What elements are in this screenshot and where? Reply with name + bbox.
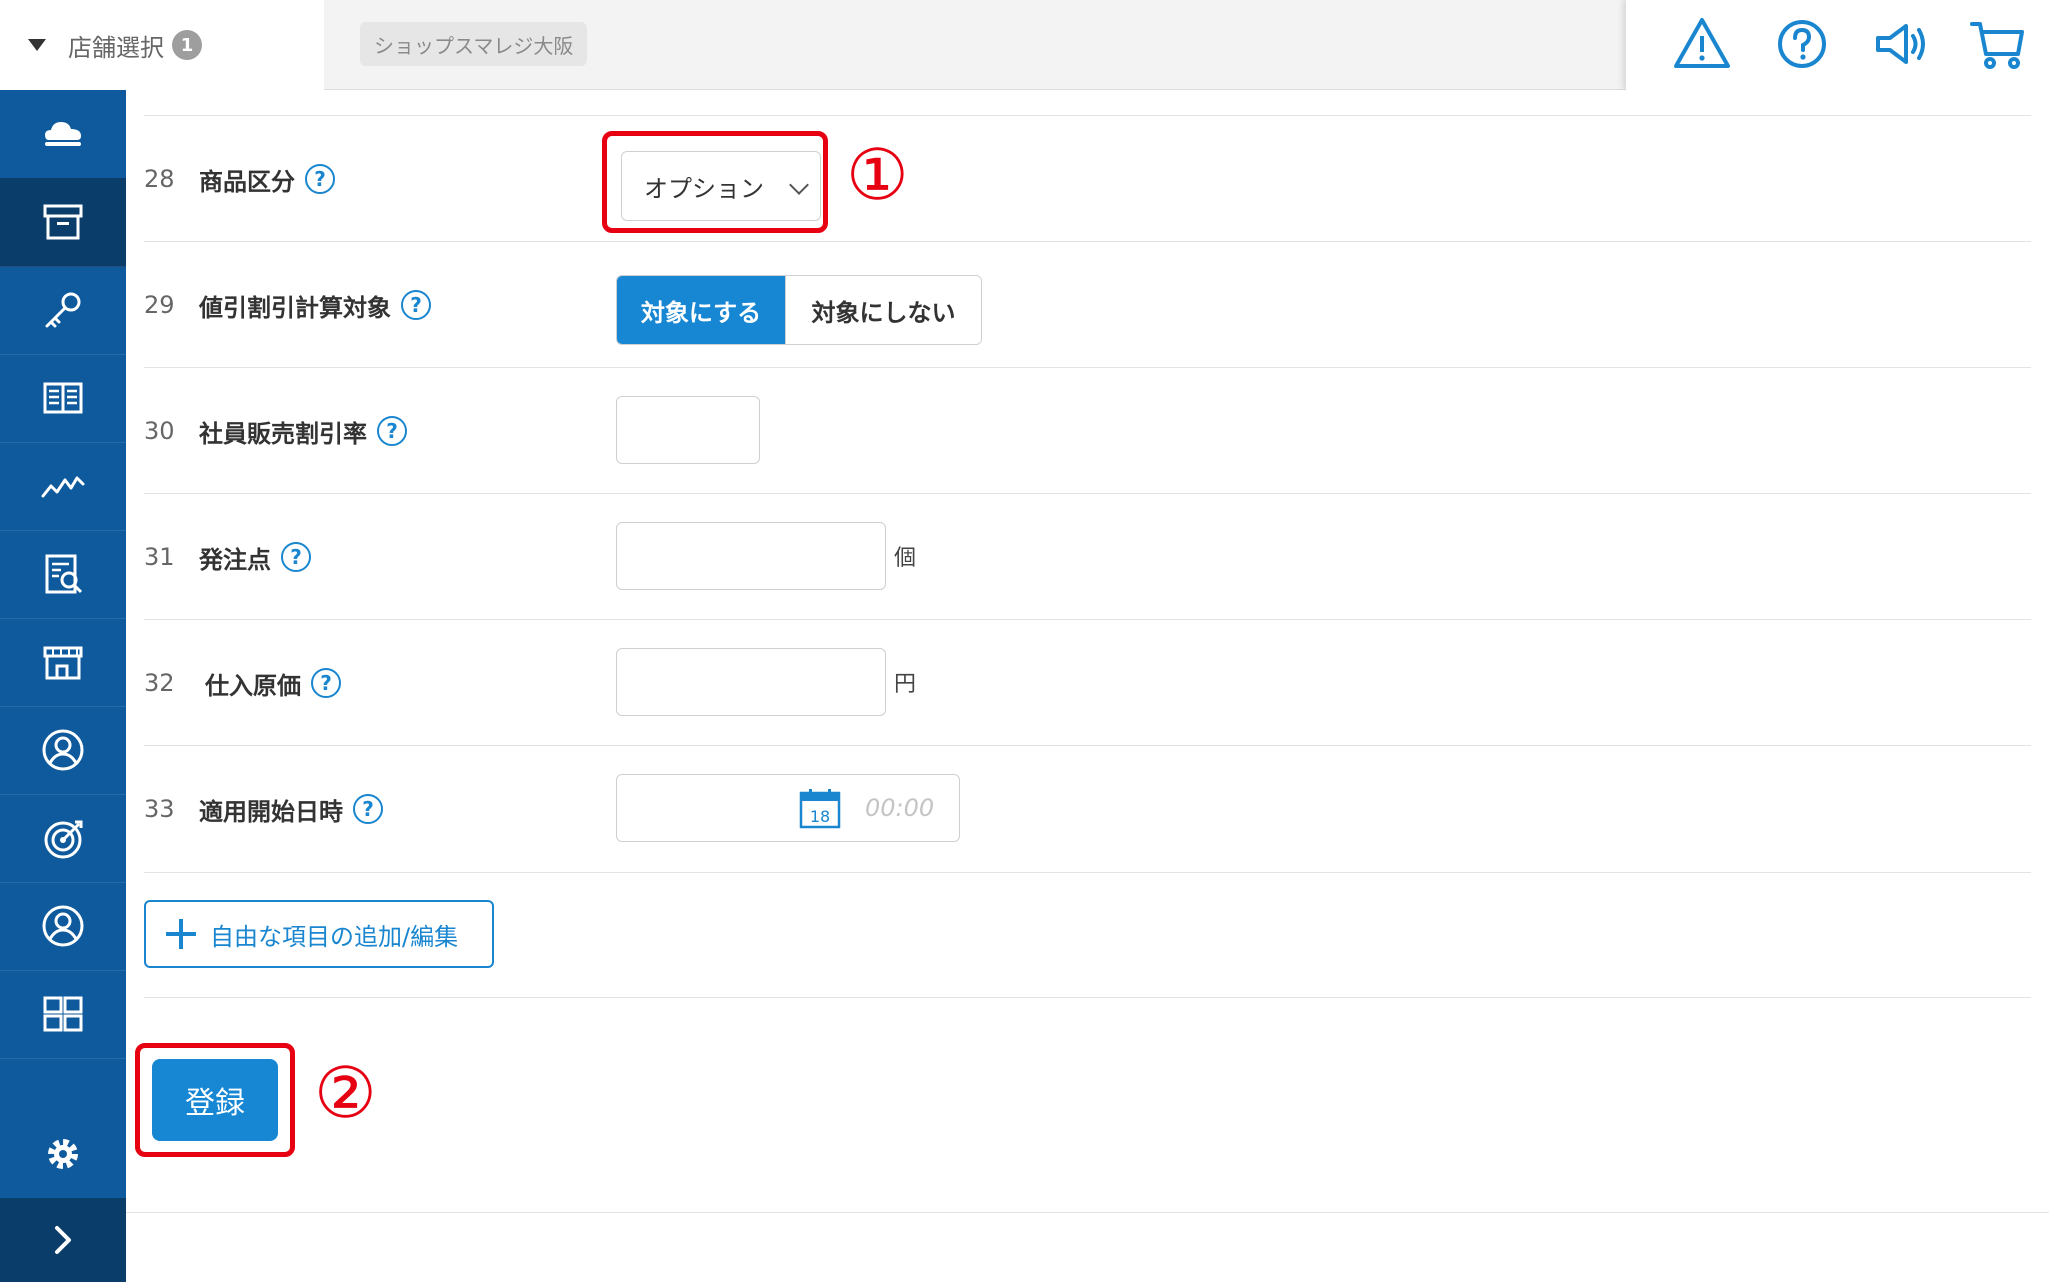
sidebar-item-home[interactable] xyxy=(0,90,126,179)
start-datetime-input[interactable]: 18 00:00 xyxy=(616,774,960,842)
help-icon[interactable]: ? xyxy=(377,416,407,446)
row-number: 33 xyxy=(144,795,175,823)
plus-icon xyxy=(166,919,196,949)
user-circle-icon xyxy=(42,729,84,771)
report-icon xyxy=(45,554,83,594)
highlight-frame-2 xyxy=(135,1043,295,1157)
sidebar xyxy=(0,90,126,1282)
sidebar-item-store[interactable] xyxy=(0,618,126,707)
archive-box-icon xyxy=(43,204,83,240)
time-placeholder: 00:00 xyxy=(865,794,935,822)
chart-line-icon xyxy=(41,476,85,498)
cart-icon[interactable] xyxy=(1968,14,2028,74)
sidebar-item-staff[interactable] xyxy=(0,706,126,795)
divider xyxy=(144,997,2031,998)
form-row-discount-target: 29 値引割引計算対象 ? 対象にする 対象にしない xyxy=(144,241,2031,368)
employee-discount-input[interactable] xyxy=(616,396,760,464)
help-icon[interactable]: ? xyxy=(401,290,431,320)
sidebar-item-products[interactable] xyxy=(0,178,126,267)
toggle-option-target[interactable]: 対象にする xyxy=(617,276,785,344)
add-custom-field-label: 自由な項目の追加/編集 xyxy=(210,922,459,951)
shop-name-chip[interactable]: ショップスマレジ大阪 xyxy=(360,22,588,66)
calendar-day: 18 xyxy=(810,807,830,826)
row-label: 値引割引計算対象 ? xyxy=(199,242,431,368)
row-label: 仕入原価 ? xyxy=(205,620,341,746)
add-custom-field-button[interactable]: 自由な項目の追加/編集 xyxy=(144,900,494,968)
key-icon xyxy=(45,292,81,328)
row-number: 29 xyxy=(144,291,175,319)
discount-target-label: 値引割引計算対象 xyxy=(199,293,391,322)
help-icon[interactable]: ? xyxy=(353,794,383,824)
sidebar-item-customer[interactable] xyxy=(0,882,126,971)
store-icon xyxy=(43,646,83,680)
chevron-right-icon xyxy=(55,1226,71,1254)
sidebar-item-settings[interactable] xyxy=(0,1110,126,1199)
unit-label: 円 xyxy=(894,672,917,697)
sidebar-item-key[interactable] xyxy=(0,266,126,355)
topbar-actions xyxy=(1626,0,2049,90)
grid-icon xyxy=(43,996,83,1032)
form-row-product-type: 28 商品区分 ? オプション ① xyxy=(144,115,2031,242)
unit-label: 個 xyxy=(894,546,917,571)
sidebar-item-target[interactable] xyxy=(0,794,126,883)
sidebar-item-book[interactable] xyxy=(0,354,126,443)
reorder-point-input[interactable] xyxy=(616,522,886,590)
form-row-start-datetime: 33 適用開始日時 ? 18 00:00 xyxy=(144,745,2031,873)
form-row-reorder-point: 31 発注点 ? 個 xyxy=(144,493,2031,620)
cost-price-label: 仕入原価 xyxy=(205,671,301,700)
cloud-icon xyxy=(45,122,81,146)
employee-discount-label: 社員販売割引率 xyxy=(199,419,367,448)
product-form: 28 商品区分 ? オプション ① 29 値引割引計算対象 ? 対象にする 対象… xyxy=(126,90,2049,1282)
discount-target-toggle: 対象にする 対象にしない xyxy=(616,275,982,345)
user-circle-icon xyxy=(42,905,84,947)
megaphone-icon[interactable] xyxy=(1870,14,1930,74)
warning-icon[interactable] xyxy=(1672,14,1732,74)
top-bar: 店舗選択 1 ショップスマレジ大阪 xyxy=(0,0,2049,90)
help-circle-icon[interactable] xyxy=(1772,14,1832,74)
highlight-frame-1 xyxy=(602,131,828,233)
row-number: 31 xyxy=(144,543,175,571)
row-label: 適用開始日時 ? xyxy=(199,746,383,872)
store-select-dropdown[interactable]: 店舗選択 1 xyxy=(0,0,325,90)
sidebar-item-analytics[interactable] xyxy=(0,442,126,531)
start-datetime-label: 適用開始日時 xyxy=(199,797,343,826)
sidebar-item-report[interactable] xyxy=(0,530,126,619)
form-row-cost-price: 32 仕入原価 ? 円 xyxy=(144,619,2031,746)
help-icon[interactable]: ? xyxy=(305,164,335,194)
reorder-point-label: 発注点 xyxy=(199,545,271,574)
help-icon[interactable]: ? xyxy=(281,542,311,572)
gear-icon xyxy=(48,1139,78,1169)
row-number: 30 xyxy=(144,417,175,445)
store-count-badge: 1 xyxy=(172,30,202,60)
sidebar-expand-button[interactable] xyxy=(0,1198,126,1282)
toggle-option-not-target[interactable]: 対象にしない xyxy=(785,276,981,344)
book-icon xyxy=(43,382,83,414)
topbar-shop-area: ショップスマレジ大阪 xyxy=(324,0,1626,90)
annotation-marker-2: ② xyxy=(314,1052,377,1134)
store-select-label: 店舗選択 xyxy=(68,33,164,62)
cost-price-input[interactable] xyxy=(616,648,886,716)
row-label: 発注点 ? xyxy=(199,494,311,620)
sidebar-item-apps[interactable] xyxy=(0,970,126,1059)
annotation-marker-1: ① xyxy=(846,134,909,216)
calendar-icon[interactable]: 18 xyxy=(799,789,841,829)
caret-down-icon xyxy=(28,39,46,51)
row-label: 社員販売割引率 ? xyxy=(199,368,407,494)
form-row-employee-discount: 30 社員販売割引率 ? xyxy=(144,367,2031,494)
divider xyxy=(126,1212,2049,1213)
row-number: 32 xyxy=(144,669,175,697)
product-type-label: 商品区分 xyxy=(199,167,295,196)
row-number: 28 xyxy=(144,165,175,193)
target-icon xyxy=(44,820,83,859)
help-icon[interactable]: ? xyxy=(311,668,341,698)
row-label: 商品区分 ? xyxy=(199,116,335,242)
